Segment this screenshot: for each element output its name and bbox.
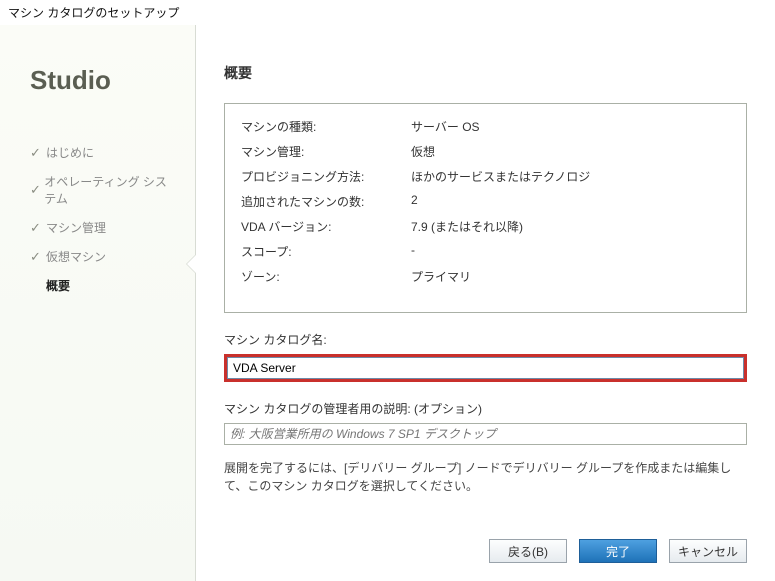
catalog-name-highlight: [224, 354, 747, 382]
nav-step-label: オペレーティング システム: [44, 173, 175, 207]
sidebar: Studio ✓ はじめに ✓ オペレーティング システム ✓ マシン管理 ✓ …: [0, 25, 195, 581]
check-icon: ✓: [30, 182, 44, 198]
summary-row: マシン管理: 仮想: [241, 143, 730, 160]
nav-step-intro[interactable]: ✓ はじめに: [30, 144, 175, 161]
summary-label: マシンの種類:: [241, 118, 411, 135]
summary-value: -: [411, 243, 730, 260]
nav-step-machine-mgmt[interactable]: ✓ マシン管理: [30, 219, 175, 236]
nav-step-summary[interactable]: ✓ 概要: [30, 277, 175, 294]
summary-value: 2: [411, 193, 730, 210]
summary-value: ほかのサービスまたはテクノロジ: [411, 168, 730, 185]
summary-row: プロビジョニング方法: ほかのサービスまたはテクノロジ: [241, 168, 730, 185]
summary-value: サーバー OS: [411, 118, 730, 135]
nav-step-os[interactable]: ✓ オペレーティング システム: [30, 173, 175, 207]
nav-step-vm[interactable]: ✓ 仮想マシン: [30, 248, 175, 265]
summary-row: 追加されたマシンの数: 2: [241, 193, 730, 210]
summary-label: 追加されたマシンの数:: [241, 193, 411, 210]
summary-value: プライマリ: [411, 268, 730, 285]
summary-row: VDA バージョン: 7.9 (またはそれ以降): [241, 218, 730, 235]
page-title: 概要: [224, 63, 747, 83]
main-panel: 概要 マシンの種類: サーバー OS マシン管理: 仮想 プロビジョニング方法:…: [195, 25, 775, 581]
admin-desc-label: マシン カタログの管理者用の説明: (オプション): [224, 400, 747, 417]
cancel-button[interactable]: キャンセル: [669, 539, 747, 563]
summary-row: ゾーン: プライマリ: [241, 268, 730, 285]
admin-desc-input[interactable]: [224, 423, 747, 445]
check-icon: ✓: [30, 249, 46, 265]
summary-value: 7.9 (またはそれ以降): [411, 218, 730, 235]
footnote-text: 展開を完了するには、[デリバリー グループ] ノードでデリバリー グループを作成…: [224, 459, 747, 495]
nav-step-label: 仮想マシン: [46, 248, 106, 265]
catalog-name-label: マシン カタログ名:: [224, 331, 747, 348]
summary-value: 仮想: [411, 143, 730, 160]
check-icon: ✓: [30, 220, 46, 236]
back-button[interactable]: 戻る(B): [489, 539, 567, 563]
finish-button[interactable]: 完了: [579, 539, 657, 563]
nav-step-label: はじめに: [46, 144, 94, 161]
check-icon: ✓: [30, 145, 46, 161]
catalog-name-input[interactable]: [227, 357, 744, 379]
summary-row: スコープ: -: [241, 243, 730, 260]
pointer-icon: [187, 255, 196, 273]
summary-label: マシン管理:: [241, 143, 411, 160]
nav-step-label: 概要: [46, 277, 70, 294]
brand-title: Studio: [30, 65, 175, 96]
summary-label: スコープ:: [241, 243, 411, 260]
summary-row: マシンの種類: サーバー OS: [241, 118, 730, 135]
summary-label: プロビジョニング方法:: [241, 168, 411, 185]
summary-label: VDA バージョン:: [241, 218, 411, 235]
nav-step-label: マシン管理: [46, 219, 106, 236]
button-bar: 戻る(B) 完了 キャンセル: [489, 539, 747, 563]
summary-box: マシンの種類: サーバー OS マシン管理: 仮想 プロビジョニング方法: ほか…: [224, 103, 747, 313]
window-title: マシン カタログのセットアップ: [0, 0, 775, 25]
wizard-container: Studio ✓ はじめに ✓ オペレーティング システム ✓ マシン管理 ✓ …: [0, 25, 775, 581]
summary-label: ゾーン:: [241, 268, 411, 285]
